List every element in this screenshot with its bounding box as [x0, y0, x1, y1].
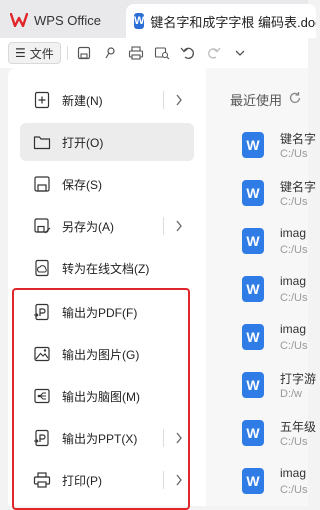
word-file-icon: W [242, 132, 264, 158]
toolbar-divider [66, 46, 68, 60]
menu-item-label: 输出为图片(G) [62, 347, 140, 362]
menu-item-label: 输出为PPT(X) [62, 431, 138, 446]
recent-file-item[interactable]: W imag C:/Us [236, 224, 316, 264]
menu-item-label: 打印(P) [62, 473, 102, 488]
save-as-icon [32, 216, 52, 236]
quick-toolbar: ☰ 文件 [0, 38, 308, 68]
menu-item-convert-online[interactable]: 转为在线文档(Z) [20, 249, 194, 287]
recent-file-name: 五年级 [280, 420, 317, 434]
hamburger-icon: ☰ [15, 46, 26, 60]
word-file-icon: W [242, 420, 264, 446]
menu-item-export-image[interactable]: 输出为图片(G) [20, 335, 194, 373]
redo-icon[interactable] [204, 43, 224, 63]
submenu-divider [163, 217, 164, 235]
recent-file-name: imag [280, 466, 307, 480]
word-file-icon: W [242, 228, 264, 254]
cloud-doc-icon [32, 258, 52, 278]
word-file-icon: W [242, 324, 264, 350]
submenu-divider [163, 429, 164, 447]
recent-file-path: C:/Us [280, 436, 308, 448]
ppt-export-icon [32, 428, 52, 448]
word-file-icon: W [242, 180, 264, 206]
recent-file-name: imag [280, 226, 307, 240]
tab-wps-office[interactable]: WPS Office [9, 8, 101, 32]
recent-file-name: 打字游 [280, 372, 317, 386]
recent-file-path: C:/Us [280, 484, 308, 496]
recent-file-item[interactable]: W imag C:/Us [236, 272, 316, 312]
menu-item-save[interactable]: 保存(S) [20, 165, 194, 203]
recent-file-path: C:/Us [280, 340, 308, 352]
menu-item-label: 输出为PDF(F) [62, 305, 138, 320]
recent-file-name: 键名字 [280, 132, 317, 146]
menu-item-save-as[interactable]: 另存为(A) [20, 207, 194, 245]
file-menu-panel: 新建(N) 打开(O) 保存(S) 另存为(A) 转为在线文档(Z) 输出为PD [8, 68, 206, 506]
recent-file-path: D:/w [280, 388, 302, 400]
recent-file-name: 键名字 [280, 180, 317, 194]
chevron-right-icon[interactable] [172, 92, 186, 108]
new-doc-icon [32, 90, 52, 110]
menu-item-export-pdf[interactable]: 输出为PDF(F) [20, 293, 194, 331]
print-icon[interactable] [126, 43, 146, 63]
menu-item-label: 转为在线文档(Z) [62, 261, 150, 276]
menu-item-label: 新建(N) [62, 93, 103, 108]
recent-file-item[interactable]: W 键名字 C:/Us [236, 176, 316, 216]
menu-item-new[interactable]: 新建(N) [20, 81, 194, 119]
word-file-icon: W [242, 468, 264, 494]
word-file-icon: W [242, 372, 264, 398]
brush-icon[interactable] [100, 43, 120, 63]
wps-logo-icon [9, 12, 29, 28]
folder-icon [32, 132, 52, 152]
recent-file-item[interactable]: W 键名字 C:/Us [236, 128, 316, 168]
refresh-icon[interactable] [288, 91, 302, 108]
recent-file-item[interactable]: W 五年级 C:/Us [236, 416, 316, 456]
menu-item-label: 打开(O) [62, 135, 104, 150]
mindmap-export-icon [32, 386, 52, 406]
recent-file-item[interactable]: W imag C:/Us [236, 464, 316, 504]
recent-file-path: C:/Us [280, 292, 308, 304]
menu-item-open[interactable]: 打开(O) [20, 123, 194, 161]
save-icon [32, 174, 52, 194]
undo-icon[interactable] [178, 43, 198, 63]
recent-file-name: imag [280, 274, 307, 288]
submenu-divider [163, 91, 164, 109]
recent-file-item[interactable]: W 打字游 D:/w [236, 368, 316, 408]
chevron-right-icon[interactable] [172, 472, 186, 488]
file-menu-button[interactable]: ☰ 文件 [8, 42, 61, 64]
menu-item-export-mindmap[interactable]: 输出为脑图(M) [20, 377, 194, 415]
pdf-export-icon [32, 302, 52, 322]
tab-document-title: 键名字和成字字根 编码表.doc [150, 14, 316, 30]
menu-item-label: 输出为脑图(M) [62, 389, 140, 404]
word-file-icon: W [242, 276, 264, 302]
recent-file-path: C:/Us [280, 148, 308, 160]
printer-icon [32, 470, 52, 490]
recent-title: 最近使用 [230, 93, 283, 108]
tab-wps-label: WPS Office [34, 12, 101, 28]
image-export-icon [32, 344, 52, 364]
menu-item-label: 保存(S) [62, 177, 102, 192]
save-icon[interactable] [74, 43, 94, 63]
menu-item-label: 另存为(A) [62, 219, 114, 234]
recent-file-item[interactable]: W imag C:/Us [236, 320, 316, 360]
word-doc-icon: W [134, 13, 145, 29]
recent-file-path: C:/Us [280, 244, 308, 256]
print-preview-icon[interactable] [152, 43, 172, 63]
file-menu-label: 文件 [29, 46, 54, 61]
recent-header: 最近使用 [230, 90, 302, 109]
menu-item-export-ppt[interactable]: 输出为PPT(X) [20, 419, 194, 457]
tab-document[interactable]: W 键名字和成字字根 编码表.doc [126, 4, 316, 38]
menu-item-print[interactable]: 打印(P) [20, 461, 194, 499]
chevron-right-icon[interactable] [172, 430, 186, 446]
submenu-divider [163, 471, 164, 489]
recent-file-name: imag [280, 322, 307, 336]
tab-bar: WPS Office W 键名字和成字字根 编码表.doc [0, 0, 316, 38]
recent-file-path: C:/Us [280, 196, 308, 208]
chevron-down-icon[interactable] [230, 43, 250, 63]
chevron-right-icon[interactable] [172, 218, 186, 234]
